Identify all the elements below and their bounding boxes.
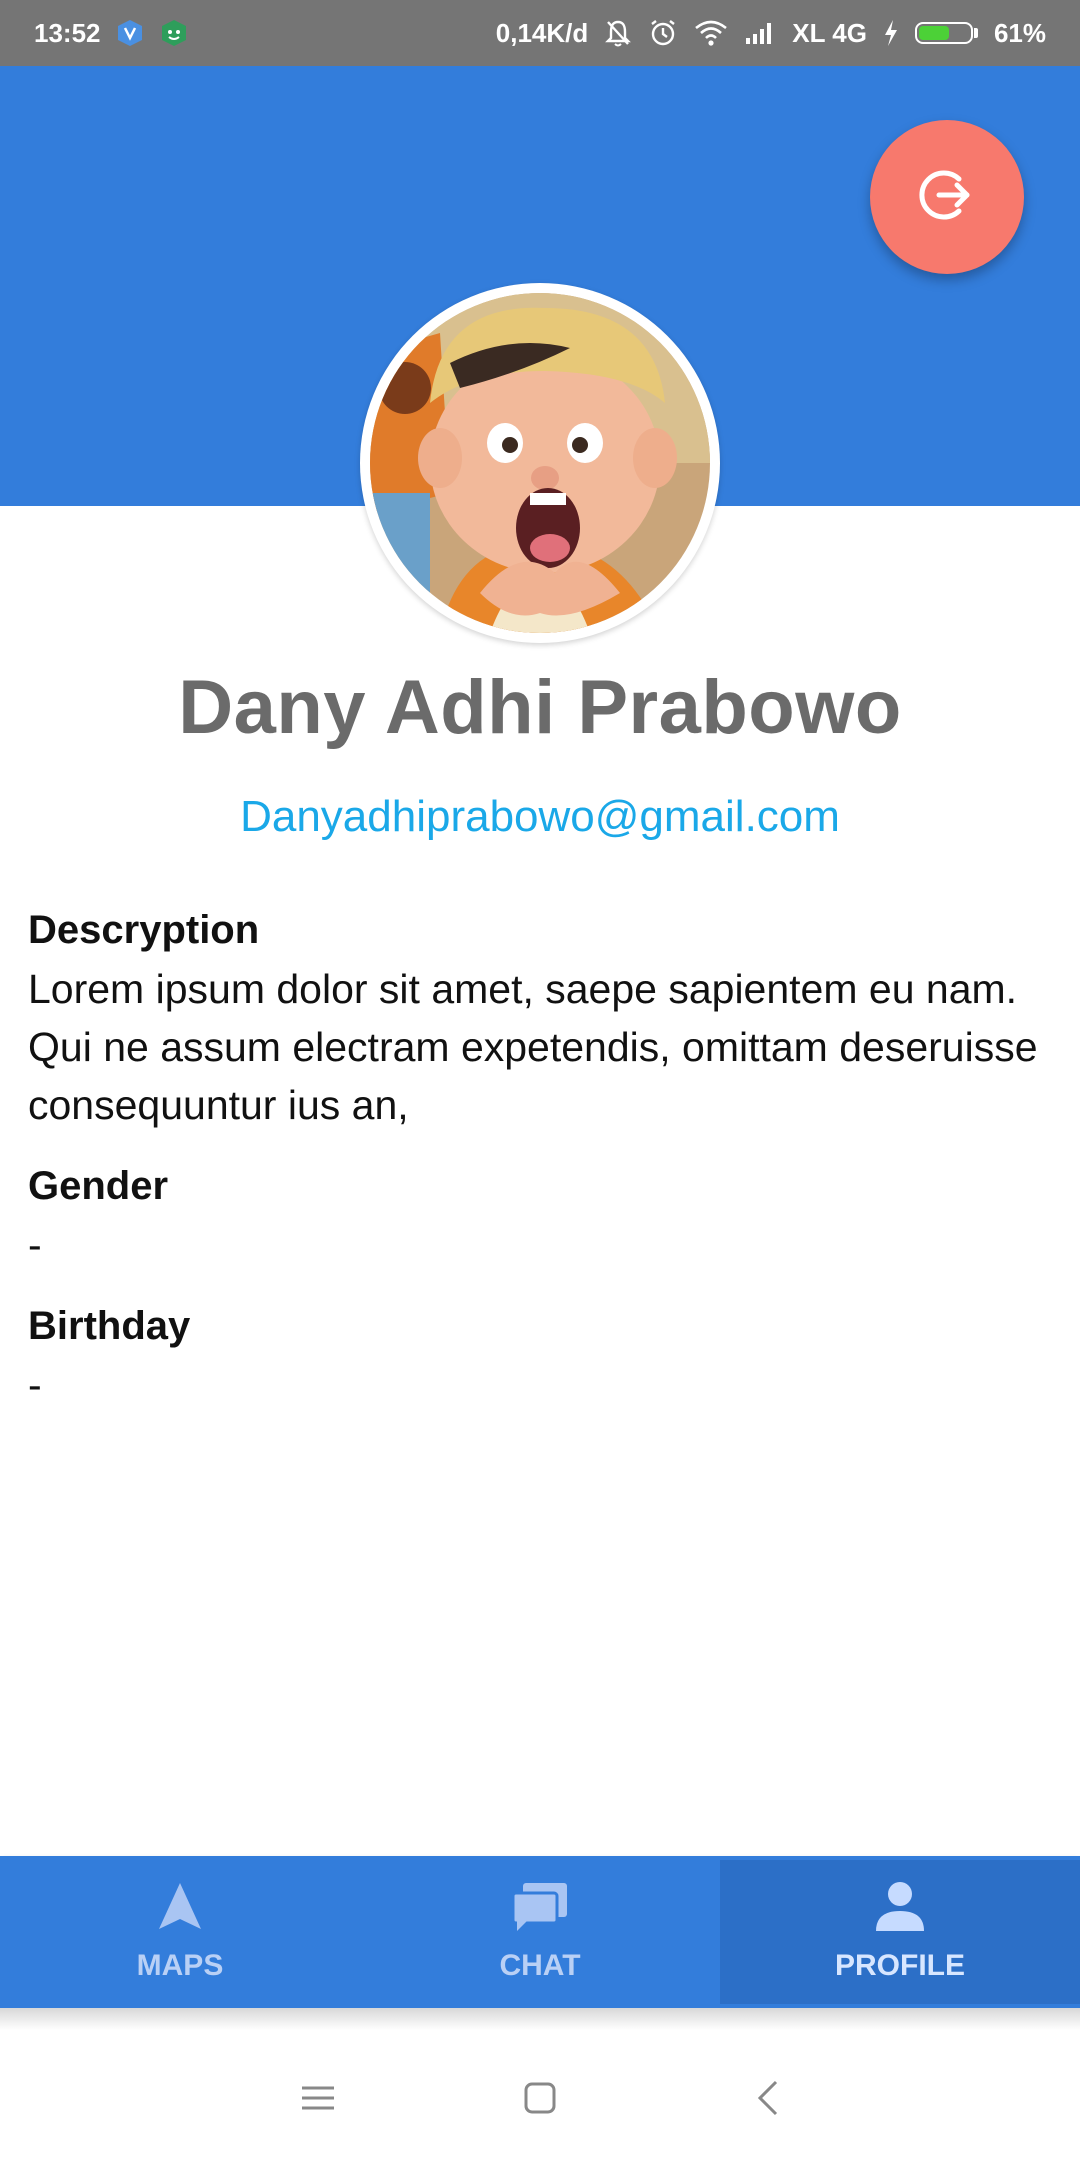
logout-button[interactable] (870, 120, 1024, 274)
status-time: 13:52 (34, 17, 101, 48)
birthday-value: - (28, 1362, 42, 1408)
chat-icon (511, 1881, 569, 1939)
avatar-image (370, 293, 710, 633)
battery-fill (918, 26, 950, 40)
status-left: 13:52 (34, 18, 189, 49)
nav-item-chat[interactable]: CHAT (360, 1856, 720, 2008)
bottom-nav: MAPS CHAT PROFILE (0, 1856, 1080, 2008)
android-app-icon (159, 18, 189, 48)
profile-name: Dany Adhi Prabowo (178, 665, 902, 750)
avatar[interactable] (360, 283, 720, 643)
nav-label-profile: PROFILE (834, 1949, 965, 1982)
shield-app-icon (115, 18, 145, 48)
battery-percent: 61% (993, 17, 1046, 48)
profile-email[interactable]: Danyadhiprabowo@gmail.com (0, 792, 1080, 842)
home-icon[interactable] (520, 2068, 560, 2128)
nav-label-maps: MAPS (136, 1949, 224, 1982)
network-speed: 0,14K/d (495, 17, 589, 48)
profile-info: Descryption Lorem ipsum dolor sit amet, … (28, 900, 1048, 1436)
wifi-icon (694, 19, 728, 47)
status-right: 0,14K/d XL 4G 61% (496, 18, 1046, 49)
nav-item-profile[interactable]: PROFILE (720, 1860, 1080, 2004)
gender-value: - (28, 1222, 42, 1268)
mute-bell-icon (604, 18, 632, 48)
person-icon (874, 1881, 926, 1939)
gender-section: Gender - (28, 1156, 1048, 1274)
description-value: Lorem ipsum dolor sit amet, saepe sapien… (28, 966, 1038, 1128)
nav-item-maps[interactable]: MAPS (0, 1856, 360, 2008)
profile-screen: 13:52 0,14K/d XL 4G 61% Dany Adhi Prabow… (0, 0, 1080, 2160)
logout-icon (919, 167, 975, 228)
description-section: Descryption Lorem ipsum dolor sit amet, … (28, 900, 1048, 1134)
back-icon[interactable] (748, 2068, 788, 2128)
birthday-label: Birthday (28, 1304, 191, 1348)
charging-icon (883, 19, 899, 47)
status-bar: 13:52 0,14K/d XL 4G 61% (0, 0, 1080, 66)
description-label: Descryption (28, 908, 260, 952)
birthday-section: Birthday - (28, 1296, 1048, 1414)
nav-shadow (0, 2008, 1080, 2030)
signal-icon (744, 20, 776, 46)
alarm-icon (648, 18, 678, 48)
carrier-label: XL 4G (792, 17, 867, 48)
navigation-arrow-icon (157, 1881, 203, 1939)
menu-icon[interactable] (298, 2068, 338, 2128)
battery-icon (914, 22, 978, 44)
gender-label: Gender (28, 1164, 169, 1208)
nav-label-chat: CHAT (499, 1949, 581, 1982)
